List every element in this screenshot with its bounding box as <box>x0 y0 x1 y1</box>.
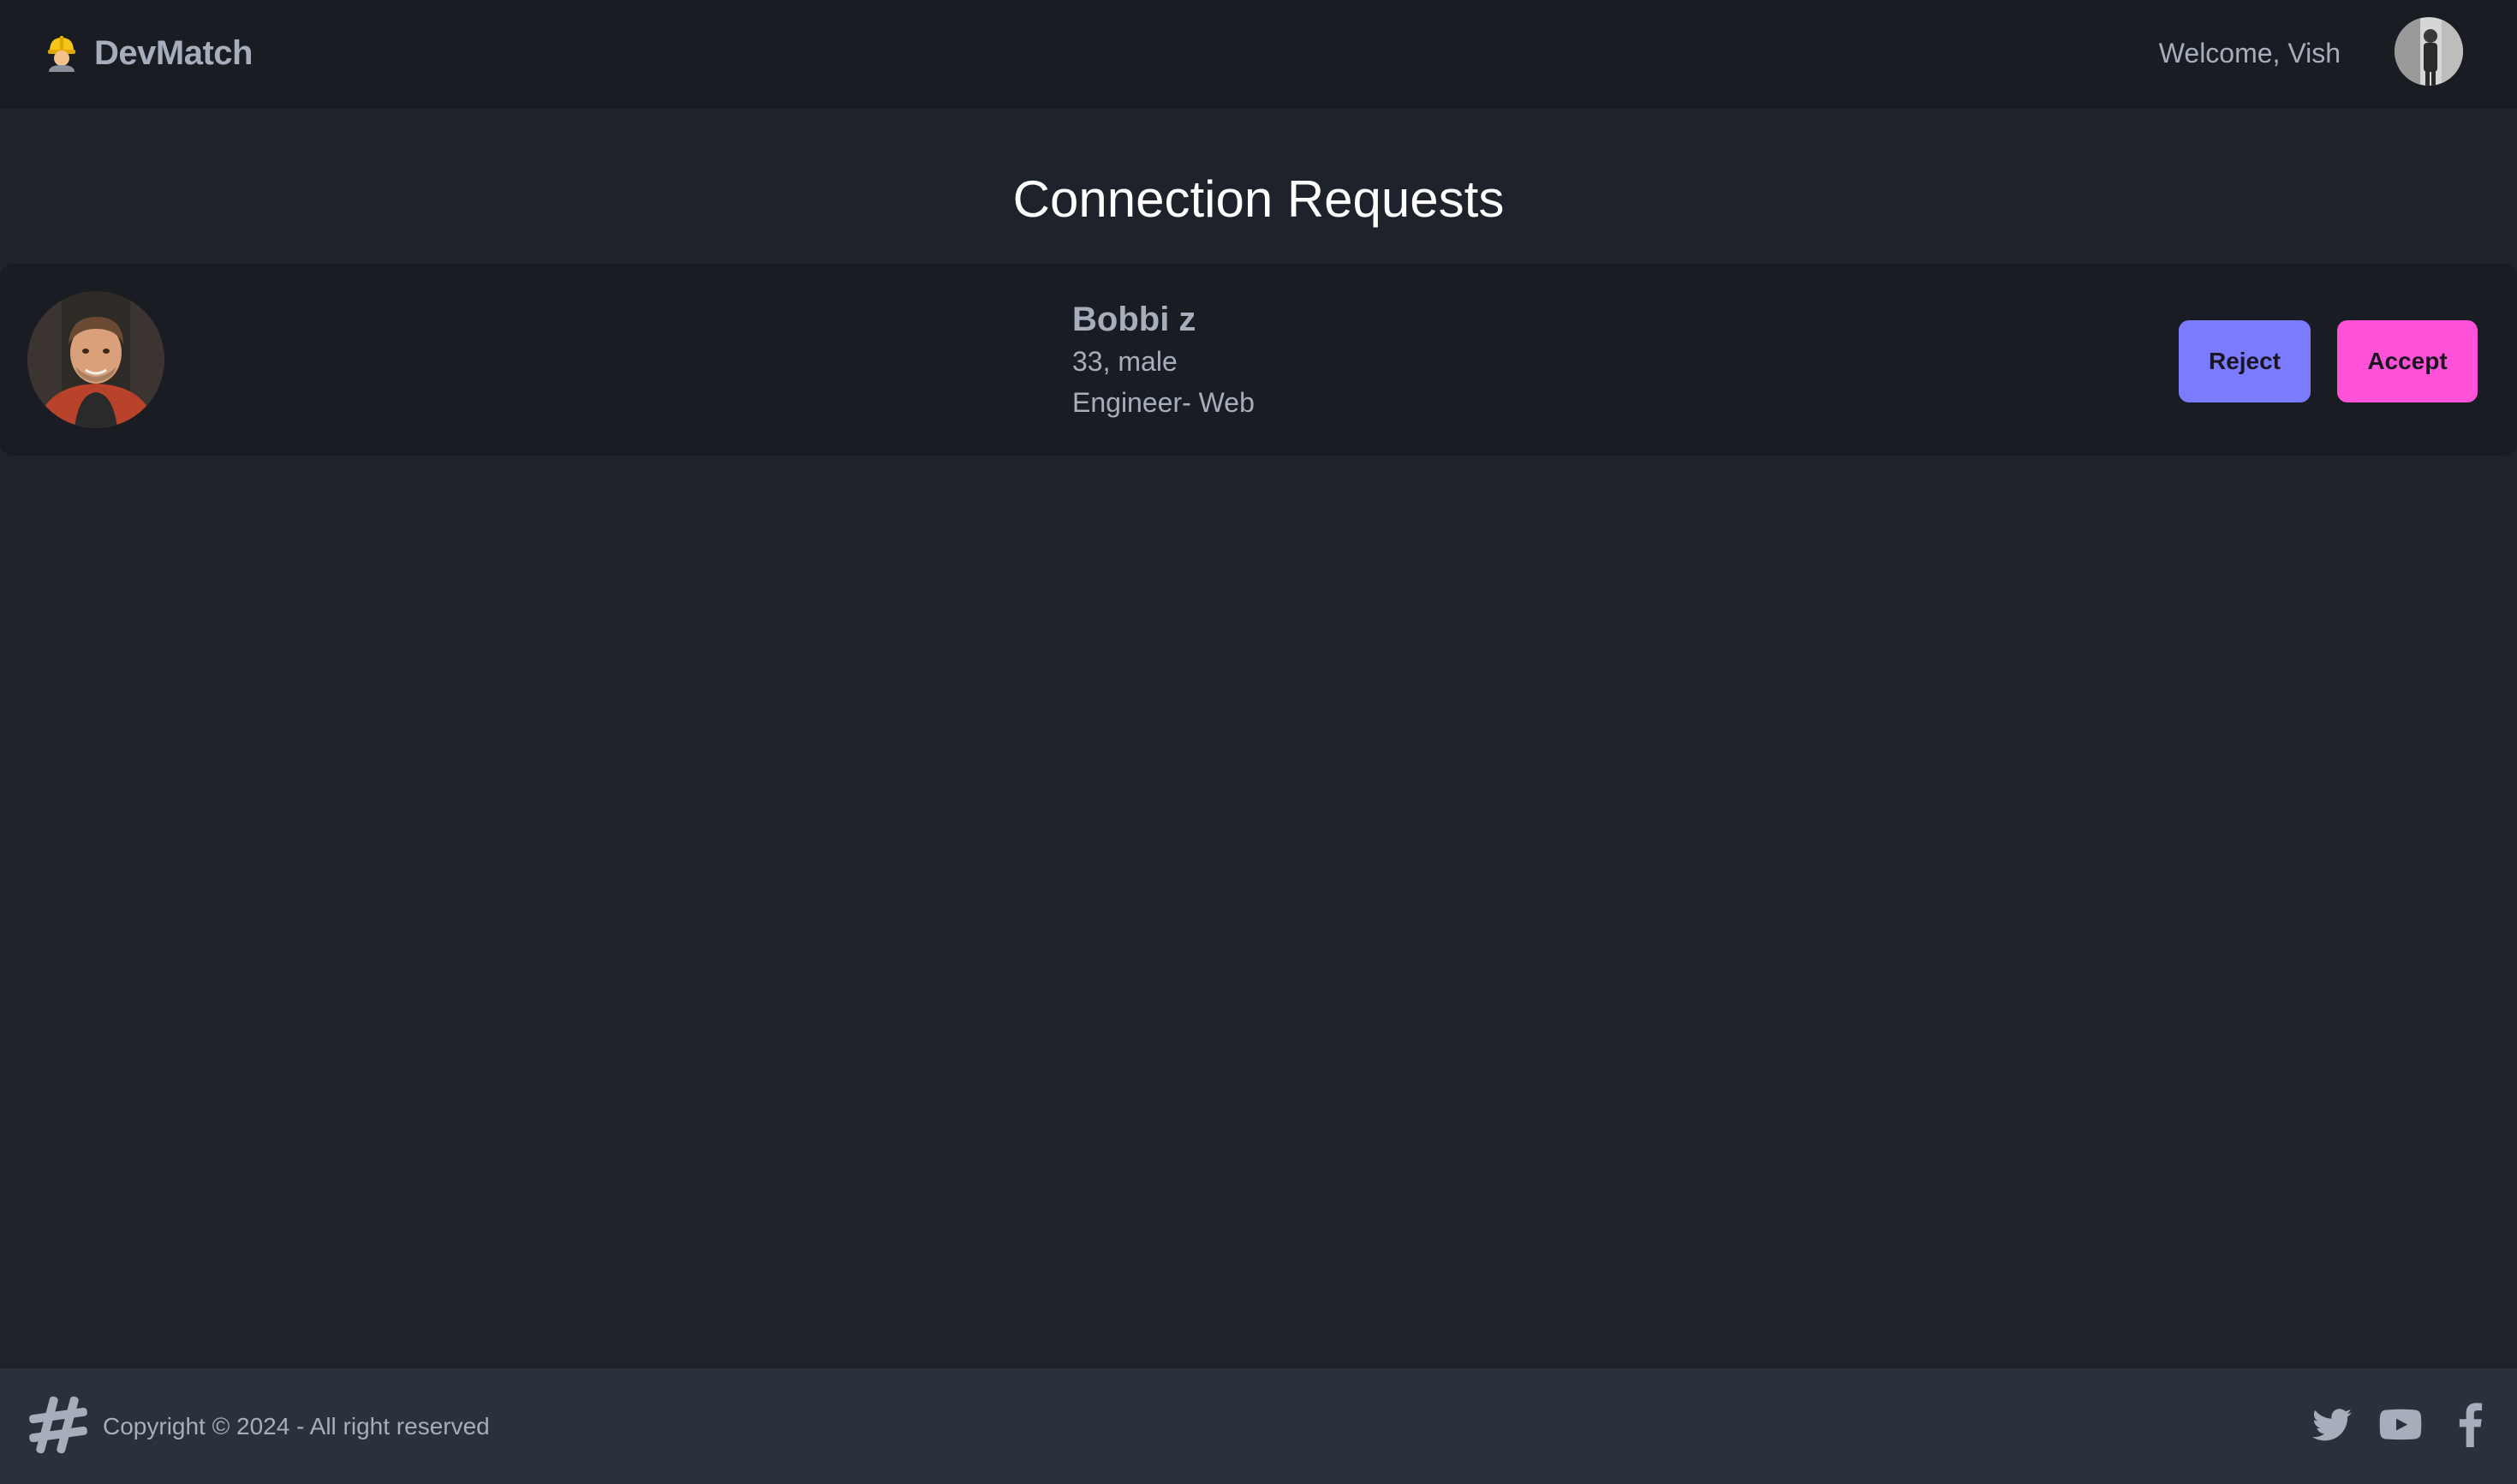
profile-photo <box>27 291 164 428</box>
youtube-icon[interactable] <box>2378 1403 2423 1447</box>
user-avatar[interactable] <box>2395 17 2463 86</box>
reject-button[interactable]: Reject <box>2179 320 2311 402</box>
brand-link[interactable]: DevMatch <box>45 0 253 106</box>
brand-name: DevMatch <box>94 33 253 72</box>
request-info: Bobbi z 33, male Engineer- Web <box>1072 298 1255 423</box>
welcome-text: Welcome, Vish <box>2158 37 2341 69</box>
navbar: DevMatch Welcome, Vish <box>0 0 2517 108</box>
construction-worker-icon <box>45 34 79 72</box>
hash-icon <box>26 1392 91 1457</box>
accept-button[interactable]: Accept <box>2337 320 2478 402</box>
copyright-text: Copyright © 2024 - All right reserved <box>103 1412 490 1439</box>
request-name: Bobbi z <box>1072 301 1196 338</box>
footer: Copyright © 2024 - All right reserved <box>0 1368 2517 1484</box>
request-age-gender: 33, male <box>1072 346 1178 377</box>
request-about: Engineer- Web <box>1072 387 1255 418</box>
facebook-icon[interactable] <box>2454 1403 2485 1447</box>
twitter-icon[interactable] <box>2311 1403 2353 1447</box>
request-card: Bobbi z 33, male Engineer- Web Reject Ac… <box>0 264 2517 456</box>
page-title: Connection Requests <box>1012 170 1505 228</box>
